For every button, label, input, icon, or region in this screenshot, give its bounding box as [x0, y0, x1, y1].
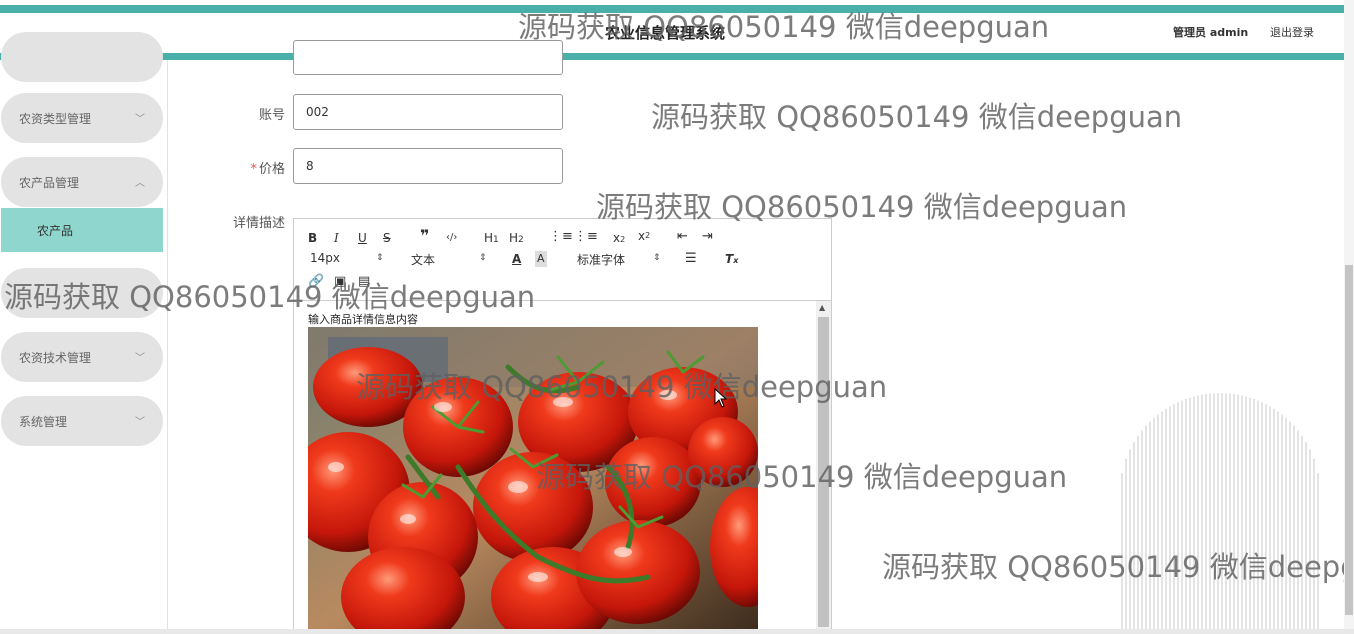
clear-format-icon[interactable]: Tx [725, 251, 738, 269]
chevron-down-icon: ﹀ [135, 353, 145, 364]
sidebar-item-agri-product[interactable]: 农产品管理 ︿ [1, 157, 163, 207]
price-label-text: 价格 [258, 162, 285, 177]
page-scrollbar[interactable] [1344, 0, 1354, 634]
ordered-list-icon[interactable]: ⋮≡ [549, 229, 573, 245]
bullet-list-icon[interactable]: ⋮≡ [574, 229, 598, 245]
outdent-icon[interactable]: ⇤ [677, 229, 688, 245]
watermark: 源码获取 QQ86050149 微信deepguan [4, 280, 536, 314]
code-icon[interactable]: ‹/› [446, 230, 457, 246]
font-size-select[interactable]: 14px ⇕ [310, 251, 386, 269]
strikethrough-icon[interactable]: S [383, 230, 391, 246]
decorative-arch [1118, 385, 1323, 634]
format-value: 文本 [411, 253, 436, 267]
sidebar-item-label: 系统管理 [19, 414, 68, 429]
header-bottom-stripe [0, 53, 1344, 60]
admin-user-label: 管理员 admin [1173, 26, 1249, 39]
detail-label: 详情描述 [232, 216, 285, 231]
watermark: 源码获取 QQ86050149 微信deepguan [356, 370, 888, 404]
watermark: 源码获取 QQ86050149 微信deepguan [651, 100, 1183, 134]
font-family-select[interactable]: 标准字体 ⇕ [577, 251, 667, 269]
sidebar-item-system[interactable]: 系统管理 ﹀ [1, 396, 163, 446]
mouse-cursor-icon [714, 388, 728, 408]
bold-icon[interactable]: B [308, 230, 317, 246]
heading2-icon[interactable]: H2 [509, 230, 524, 248]
watermark: 源码获取 QQ86050149 微信deepguan [596, 190, 1128, 224]
font-size-value: 14px [310, 251, 340, 265]
page-scrollbar-thumb[interactable] [1345, 265, 1353, 615]
font-color-icon[interactable]: A [512, 251, 521, 267]
price-input[interactable] [293, 148, 563, 184]
indent-icon[interactable]: ⇥ [702, 229, 713, 245]
heading1-icon[interactable]: H1 [484, 230, 499, 248]
watermark: 源码获取 QQ86050149 微信deepguan [518, 10, 1050, 44]
sidebar-item-label: 农资类型管理 [19, 111, 92, 126]
chevron-up-icon: ︿ [135, 178, 145, 189]
superscript-icon[interactable]: x2 [638, 228, 650, 244]
required-mark: * [250, 162, 257, 177]
sidebar-item-agri-supply-type[interactable]: 农资类型管理 ﹀ [1, 93, 163, 143]
blockquote-icon[interactable]: ❞ [420, 228, 429, 244]
sidebar: 农资类型管理 ﹀ 农产品管理 ︿ 农产品 农资技术管理 ﹀ 系统管理 ﹀ [0, 32, 168, 634]
sidebar-subitem-product[interactable]: 农产品 [1, 208, 163, 252]
scroll-up-icon[interactable]: ▲ [819, 303, 825, 312]
select-arrow-icon: ⇕ [376, 253, 384, 263]
chevron-down-icon: ﹀ [135, 417, 145, 428]
watermark: 源码获取 QQ86050149 微信deepguan [536, 460, 1068, 494]
sidebar-item-agri-tech[interactable]: 农资技术管理 ﹀ [1, 332, 163, 382]
subscript-icon[interactable]: x2 [613, 230, 625, 248]
underline-icon[interactable]: U [358, 230, 367, 246]
horizontal-scrollbar[interactable] [0, 629, 1354, 634]
watermark: 源码获取 QQ86050149 微信deepguan [882, 550, 1344, 584]
chevron-down-icon: ﹀ [135, 114, 145, 125]
account-label: 账号 [258, 108, 285, 123]
app-root: 农业信息管理系统 管理员 admin 退出登录 农资类型管理 ﹀ 农产品管理 ︿… [0, 0, 1354, 634]
sidebar-item-label: 农资技术管理 [19, 350, 92, 365]
decorative-arch-svg [1121, 393, 1319, 634]
sidebar-item-label: 农产品管理 [19, 175, 80, 190]
italic-icon[interactable]: I [334, 230, 339, 246]
format-select[interactable]: 文本 ⇕ [411, 251, 487, 269]
font-family-value: 标准字体 [577, 253, 626, 267]
sidebar-item-partial[interactable] [1, 32, 163, 82]
select-arrow-icon: ⇕ [653, 253, 661, 263]
price-label: * 价格 [195, 158, 285, 177]
logout-link[interactable]: 退出登录 [1270, 24, 1314, 40]
background-color-icon[interactable]: A [535, 251, 547, 267]
align-icon[interactable]: ☰ [685, 251, 697, 267]
account-input[interactable] [293, 94, 563, 130]
select-arrow-icon: ⇕ [479, 253, 487, 263]
